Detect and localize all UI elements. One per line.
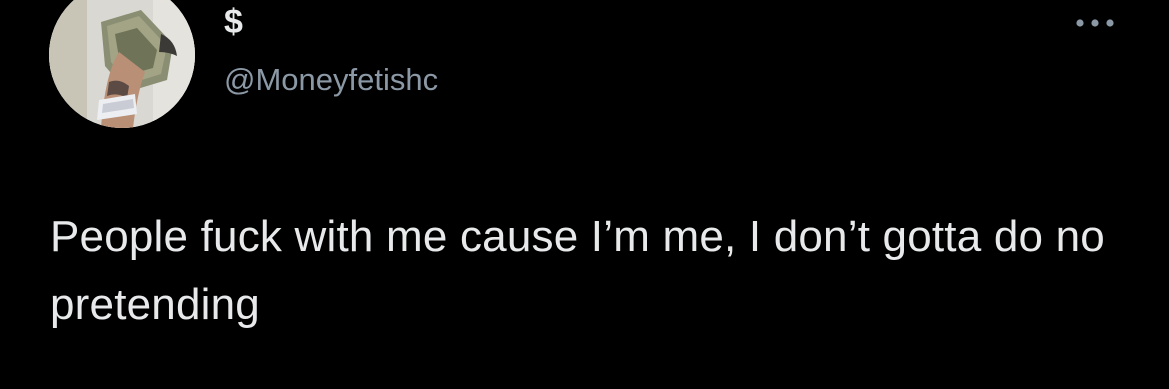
more-horizontal-icon[interactable] bbox=[1070, 6, 1120, 36]
avatar[interactable] bbox=[49, 0, 195, 128]
tweet-card: $ @Moneyfetishc People fuck with me caus… bbox=[0, 0, 1169, 389]
author-display-name[interactable]: $ bbox=[224, 2, 243, 42]
avatar-photo-icon bbox=[49, 0, 195, 128]
author-handle[interactable]: @Moneyfetishc bbox=[224, 62, 438, 98]
tweet-text: People fuck with me cause I’m me, I don’… bbox=[50, 212, 1105, 329]
